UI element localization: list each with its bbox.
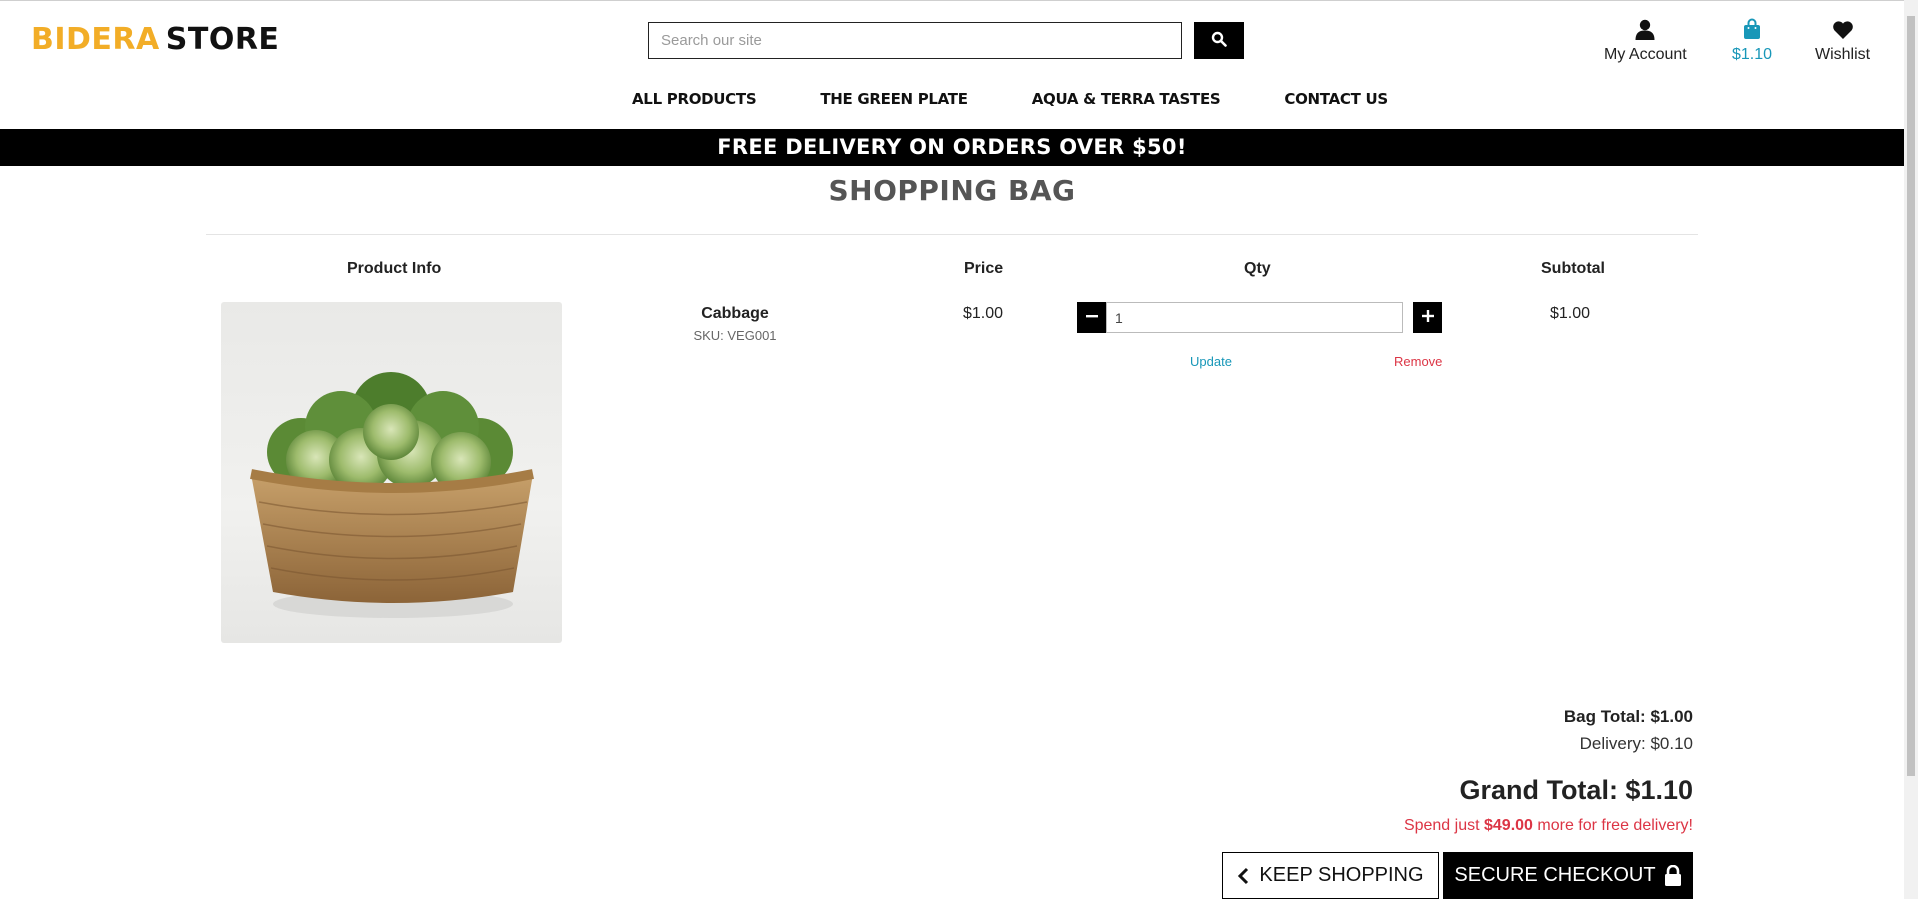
header-price: Price [964,260,1004,277]
heart-icon [1832,16,1854,40]
my-account-link[interactable]: My Account [1604,16,1687,64]
title-divider [206,234,1698,235]
logo-store: STORE [165,22,280,57]
user-icon [1635,16,1655,40]
page-title: SHOPPING BAG [828,174,1076,207]
plus-icon [1421,310,1434,325]
shopping-bag-link[interactable]: $1.10 [1732,16,1772,64]
header-qty: Qty [1244,260,1271,277]
secure-checkout-button[interactable]: SECURE CHECKOUT [1443,852,1693,899]
wishlist-label: Wishlist [1815,46,1871,63]
secure-checkout-label: SECURE CHECKOUT [1454,864,1656,886]
delivery-cost: Delivery: $0.10 [1579,734,1693,753]
site-logo[interactable]: BIDERA STORE [31,22,279,57]
bag-total-label: $1.10 [1732,46,1773,63]
cabbage-basket-illustration [250,372,534,618]
my-account-label: My Account [1604,46,1687,63]
free-delivery-message: Spend just $49.00 more for free delivery… [1404,817,1693,835]
top-border [0,0,1918,1]
decrement-qty-button[interactable] [1077,302,1106,333]
chevron-left-icon [1237,867,1249,885]
minus-icon [1085,310,1098,325]
nav-aqua-terra-tastes[interactable]: AQUA & TERRA TASTES [1032,90,1221,108]
search-input[interactable] [648,22,1182,59]
lock-icon [1664,865,1682,886]
shopping-bag-icon [1743,16,1761,40]
keep-shopping-button[interactable]: KEEP SHOPPING [1222,852,1439,899]
nav-all-products[interactable]: ALL PRODUCTS [632,90,757,108]
logo-brand: BIDERA [31,22,160,57]
search-button[interactable] [1194,22,1244,59]
header-product-info: Product Info [347,260,442,277]
main-nav: ALL PRODUCTS THE GREEN PLATE AQUA & TERR… [632,90,1452,108]
scrollbar-thumb[interactable] [1907,16,1915,776]
update-link[interactable]: Update [1190,354,1232,369]
product-subtotal: $1.00 [1549,305,1591,322]
grand-total: Grand Total: $1.10 [1459,775,1693,805]
product-name: Cabbage [701,305,769,322]
nav-the-green-plate[interactable]: THE GREEN PLATE [820,90,968,108]
delivery-banner: FREE DELIVERY ON ORDERS OVER $50! [0,129,1904,166]
increment-qty-button[interactable] [1413,302,1442,333]
wishlist-link[interactable]: Wishlist [1815,16,1870,64]
spend-suffix: more for free delivery! [1532,817,1693,834]
spend-prefix: Spend just [1403,817,1484,834]
product-image [221,302,562,643]
qty-input[interactable] [1106,302,1403,333]
keep-shopping-label: KEEP SHOPPING [1259,864,1424,886]
nav-contact-us[interactable]: CONTACT US [1284,90,1388,108]
remove-link[interactable]: Remove [1394,354,1442,369]
header-subtotal: Subtotal [1541,260,1605,277]
spend-amount: $49.00 [1484,817,1533,834]
search-icon [1211,31,1227,50]
page-scrollbar[interactable] [1904,0,1918,899]
product-sku: SKU: VEG001 [693,328,777,343]
product-price: $1.00 [962,305,1004,322]
bag-total: Bag Total: $1.00 [1563,707,1693,726]
